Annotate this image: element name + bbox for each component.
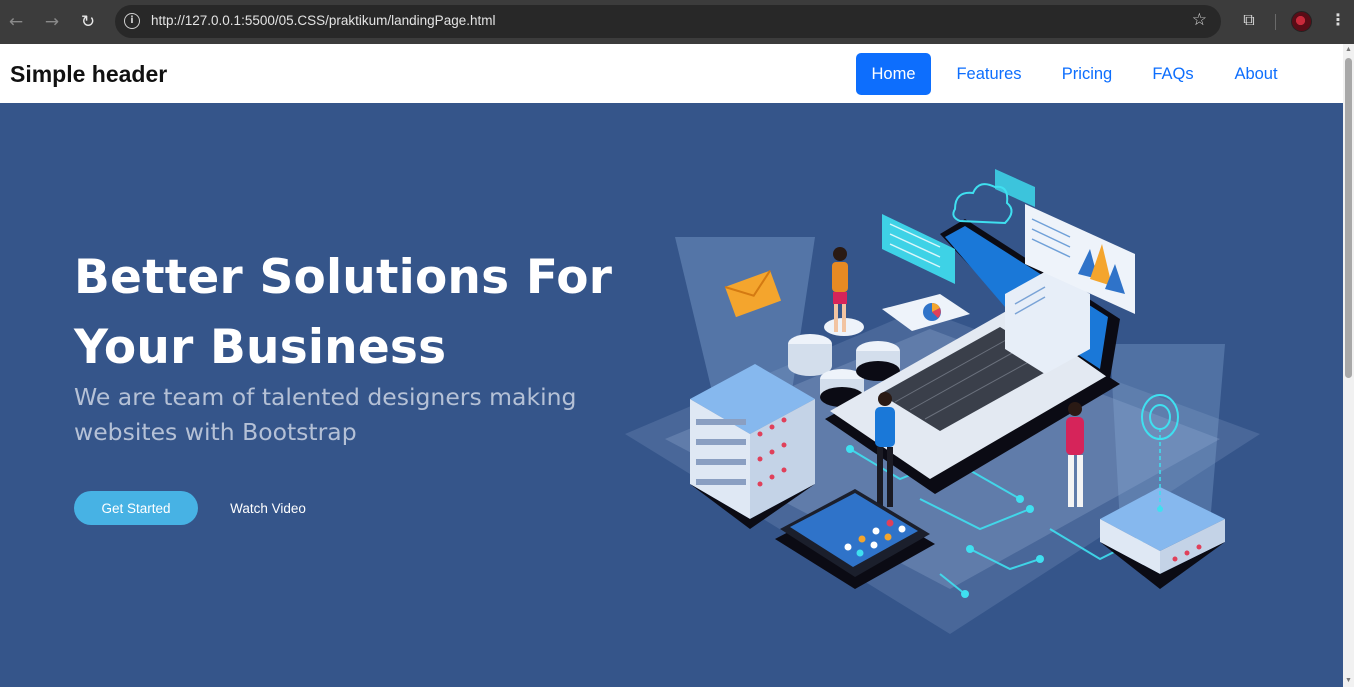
hero-title-line-1: Better Solutions For — [74, 250, 613, 305]
scroll-down-icon[interactable]: ▼ — [1345, 677, 1352, 685]
back-icon[interactable]: ← — [4, 10, 28, 34]
forward-icon[interactable]: → — [40, 10, 64, 34]
toolbar-divider — [1275, 14, 1276, 30]
hero-illustration — [625, 169, 1260, 634]
page-viewport: Simple header Home Features Pricing FAQs… — [0, 44, 1343, 687]
nav-features[interactable]: Features — [948, 53, 1030, 95]
hero-title-line-2: Your Business — [74, 320, 447, 375]
site-info-icon[interactable]: i — [124, 13, 140, 29]
page-scrollbar[interactable]: ▲ ▼ — [1343, 44, 1354, 687]
brand-title[interactable]: Simple header — [10, 61, 167, 88]
watch-video-button[interactable]: Watch Video — [216, 491, 320, 525]
url-text[interactable]: http://127.0.0.1:5500/05.CSS/praktikum/l… — [151, 13, 495, 28]
browser-toolbar: ← → ↻ i http://127.0.0.1:5500/05.CSS/pra… — [0, 0, 1354, 44]
hero-subtitle: We are team of talented designers making… — [74, 383, 577, 446]
menu-icon[interactable]: ⋮ — [1330, 10, 1346, 34]
profile-avatar[interactable] — [1291, 11, 1312, 32]
reload-icon[interactable]: ↻ — [76, 10, 100, 34]
scrollbar-thumb[interactable] — [1345, 58, 1352, 378]
extensions-icon[interactable]: ⧉ — [1238, 10, 1260, 32]
nav-faqs[interactable]: FAQs — [1144, 53, 1202, 95]
get-started-button[interactable]: Get Started — [74, 491, 198, 525]
nav-pricing[interactable]: Pricing — [1053, 53, 1121, 95]
site-header: Simple header Home Features Pricing FAQs… — [0, 44, 1343, 103]
nav-home[interactable]: Home — [856, 53, 931, 95]
scroll-up-icon[interactable]: ▲ — [1345, 46, 1352, 54]
bookmark-star-icon[interactable]: ☆ — [1192, 10, 1207, 30]
nav-about[interactable]: About — [1225, 53, 1287, 95]
address-bar[interactable]: i http://127.0.0.1:5500/05.CSS/praktikum… — [115, 5, 1221, 38]
